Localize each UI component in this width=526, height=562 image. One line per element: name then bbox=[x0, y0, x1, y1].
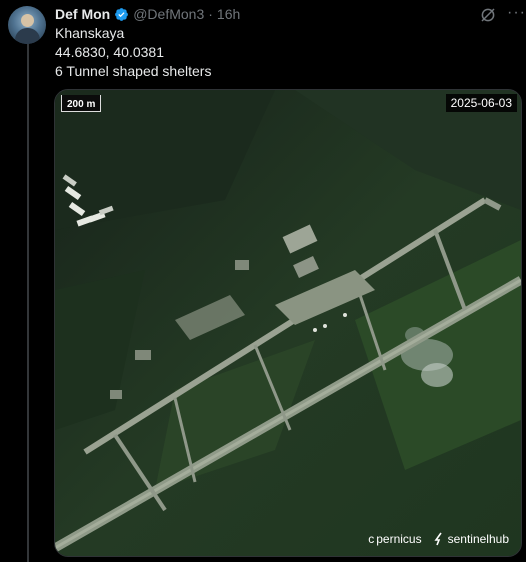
imagery-credits: c pernicus sentinelhub bbox=[368, 532, 509, 546]
display-name[interactable]: Def Mon bbox=[55, 6, 110, 22]
tweet-line-description: 6 Tunnel shaped shelters bbox=[55, 63, 212, 79]
separator-dot: · bbox=[208, 6, 213, 22]
sentinelhub-text: sentinelhub bbox=[447, 532, 509, 546]
sentinelhub-mark-icon bbox=[434, 532, 442, 546]
satellite-image[interactable]: 200 m 2025-06-03 c pernicus sentinelhub bbox=[54, 89, 522, 557]
scale-label: 200 m bbox=[67, 99, 96, 110]
tweet-header: Def Mon @DefMon3 · 16h bbox=[55, 4, 240, 24]
tweet-text: Khanskaya 44.6830, 40.0381 6 Tunnel shap… bbox=[55, 24, 211, 81]
satellite-imagery bbox=[55, 90, 521, 556]
tweet-line-location: Khanskaya bbox=[55, 25, 125, 41]
avatar[interactable] bbox=[8, 6, 46, 44]
grok-icon[interactable] bbox=[479, 6, 497, 24]
handle[interactable]: @DefMon3 bbox=[133, 6, 204, 22]
scale-bar: 200 m bbox=[61, 95, 102, 112]
verified-badge-icon bbox=[115, 7, 129, 21]
capture-date: 2025-06-03 bbox=[445, 94, 517, 112]
tweet-line-coordinates: 44.6830, 40.0381 bbox=[55, 44, 164, 60]
copernicus-logo-text: pernicus bbox=[376, 532, 422, 546]
copernicus-logo-c: c bbox=[368, 532, 375, 546]
sentinelhub-logo: sentinelhub bbox=[432, 532, 509, 546]
thread-line bbox=[27, 44, 29, 562]
timestamp[interactable]: 16h bbox=[217, 6, 240, 22]
more-options-icon[interactable]: ··· bbox=[507, 4, 526, 22]
copernicus-logo: c pernicus bbox=[368, 532, 421, 546]
